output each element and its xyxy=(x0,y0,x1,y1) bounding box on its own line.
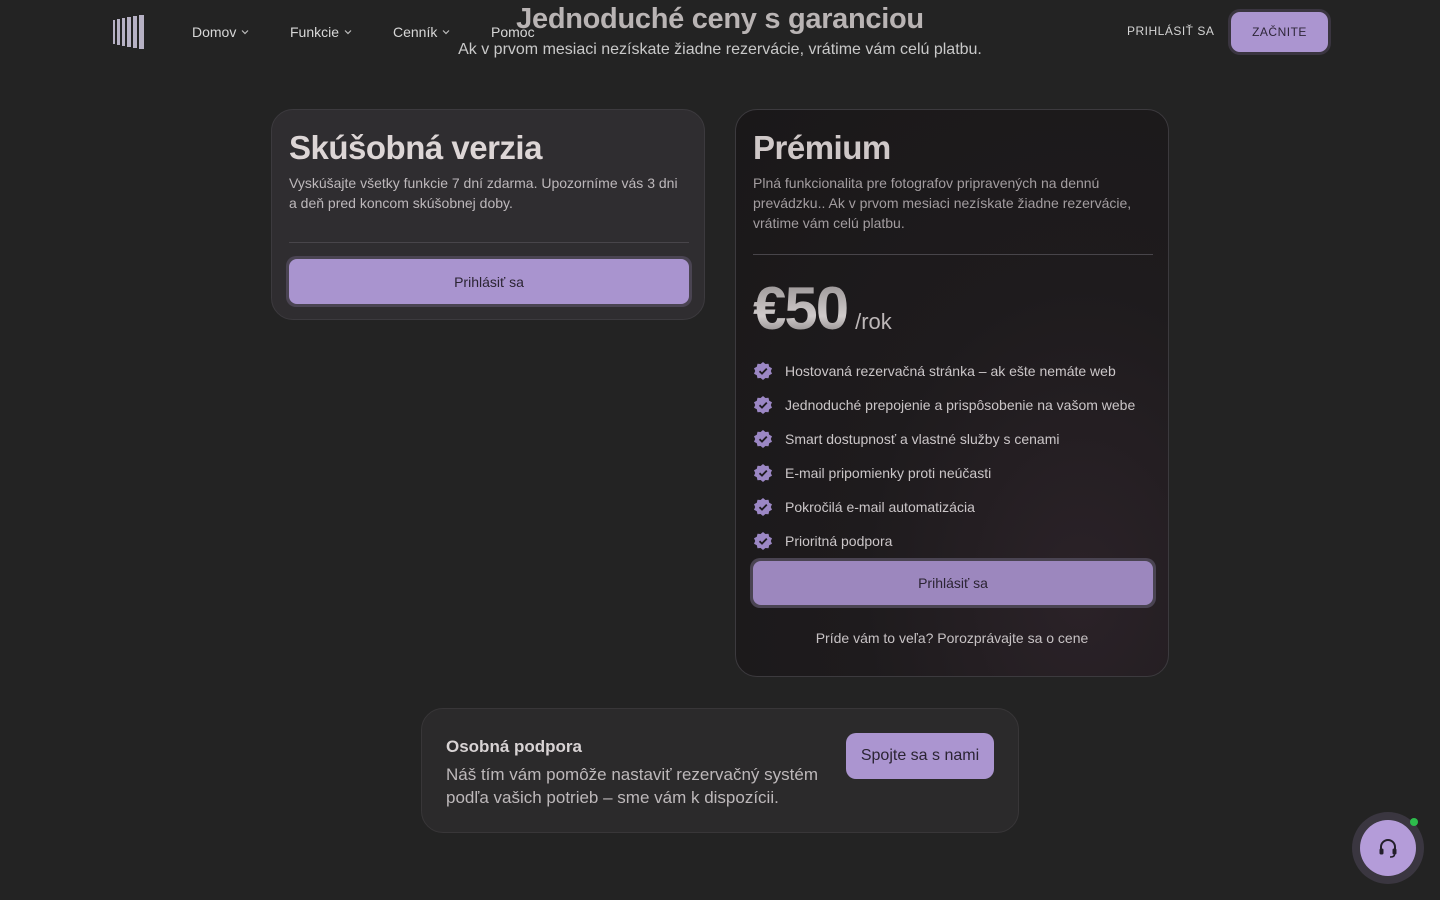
support-text: Náš tím vám pomôže nastaviť rezervačný s… xyxy=(446,765,818,807)
top-nav: Domov Funkcie Cenník Pomoc PRIHLÁSIŤ SA … xyxy=(0,0,1440,64)
nav-item-funkcie[interactable]: Funkcie xyxy=(290,23,352,41)
feature-item: Jednoduché prepojenie a prispôsobenie na… xyxy=(753,388,1135,422)
chevron-down-icon xyxy=(241,30,249,35)
divider xyxy=(753,254,1153,255)
support-title: Osobná podpora xyxy=(446,737,582,756)
check-badge-icon xyxy=(754,498,772,516)
check-badge-icon xyxy=(754,464,772,482)
check-badge-icon xyxy=(754,396,772,414)
feature-item: Prioritná podpora xyxy=(753,524,1135,558)
check-badge-icon xyxy=(754,362,772,380)
feature-item: Pokročilá e-mail automatizácia xyxy=(753,490,1135,524)
button-label: Prihlásiť sa xyxy=(289,259,689,304)
nav-item-label: Cenník xyxy=(393,24,438,40)
personal-support-box: Osobná podpora Náš tím vám pomôže nastav… xyxy=(421,708,1019,833)
premium-signup-button[interactable]: Prihlásiť sa xyxy=(750,558,1156,608)
feature-label: Prioritná podpora xyxy=(785,533,893,549)
trial-signup-button[interactable]: Prihlásiť sa xyxy=(286,256,692,307)
nav-item-domov[interactable]: Domov xyxy=(192,23,249,41)
discuss-price-link[interactable]: Príde vám to veľa? Porozprávajte sa o ce… xyxy=(736,630,1168,646)
headset-icon xyxy=(1379,839,1397,858)
price: €50 /rok xyxy=(753,274,892,344)
chevron-down-icon xyxy=(442,30,450,35)
button-label: Prihlásiť sa xyxy=(753,561,1153,605)
chat-widget-button[interactable] xyxy=(1352,812,1424,884)
chat-button-circle xyxy=(1360,820,1416,876)
feature-item: E-mail pripomienky proti neúčasti xyxy=(753,456,1135,490)
nav-item-pomoc[interactable]: Pomoc xyxy=(491,23,535,41)
feature-label: E-mail pripomienky proti neúčasti xyxy=(785,465,992,481)
contact-us-button[interactable]: Spojte sa s nami xyxy=(846,733,994,779)
nav-item-label: Funkcie xyxy=(290,24,340,40)
nav-item-cennik[interactable]: Cenník xyxy=(393,23,450,41)
divider xyxy=(289,242,689,243)
feature-label: Pokročilá e-mail automatizácia xyxy=(785,499,975,515)
feature-label: Smart dostupnosť a vlastné služby s cena… xyxy=(785,431,1060,447)
plan-title: Skúšobná verzia xyxy=(289,129,542,166)
plan-description: Plná funkcionalita pre fotografov pripra… xyxy=(753,175,1132,231)
feature-label: Hostovaná rezervačná stránka – ak ešte n… xyxy=(785,363,1116,379)
premium-plan-card: Prémium Plná funkcionalita pre fotografo… xyxy=(735,109,1169,677)
login-link[interactable]: PRIHLÁSIŤ SA xyxy=(1127,24,1214,38)
check-badge-icon xyxy=(754,532,772,550)
get-started-label: ZAČNITE xyxy=(1231,12,1328,52)
price-period: /rok xyxy=(855,309,892,334)
online-status-dot xyxy=(1410,818,1418,826)
get-started-button[interactable]: ZAČNITE xyxy=(1228,9,1331,55)
chevron-down-icon xyxy=(344,30,352,35)
trial-plan-card: Skúšobná verzia Vyskúšajte všetky funkci… xyxy=(271,109,705,320)
plan-title: Prémium xyxy=(753,129,891,166)
feature-item: Smart dostupnosť a vlastné služby s cena… xyxy=(753,422,1135,456)
nav-item-label: Pomoc xyxy=(491,24,535,40)
nav-item-label: Domov xyxy=(192,24,237,40)
logo-icon[interactable] xyxy=(112,14,146,50)
plan-description: Vyskúšajte všetky funkcie 7 dní zdarma. … xyxy=(289,175,678,211)
price-amount: €50 xyxy=(753,275,849,342)
pricing-page: Jednoduché ceny s garanciou Ak v prvom m… xyxy=(0,0,1440,900)
feature-item: Hostovaná rezervačná stránka – ak ešte n… xyxy=(753,354,1135,388)
feature-label: Jednoduché prepojenie a prispôsobenie na… xyxy=(785,397,1136,413)
check-badge-icon xyxy=(754,430,772,448)
feature-list: Hostovaná rezervačná stránka – ak ešte n… xyxy=(753,354,1135,558)
